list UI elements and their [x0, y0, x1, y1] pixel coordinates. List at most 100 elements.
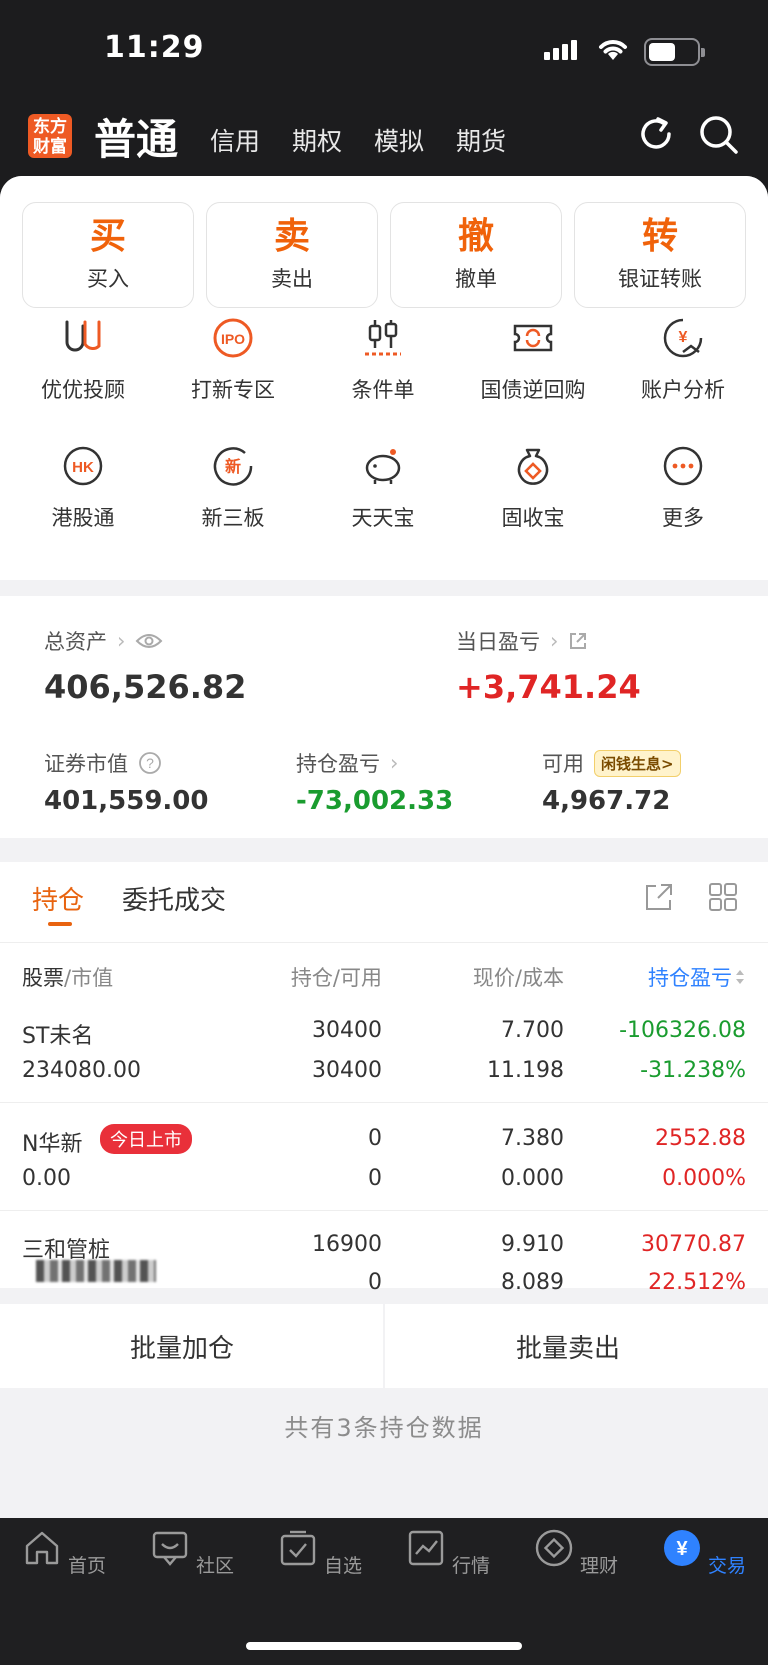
sort-icon[interactable]	[734, 968, 746, 986]
tab-wealth[interactable]: 理财	[512, 1528, 640, 1578]
feature-uu-advisor[interactable]: 优优投顾	[8, 316, 158, 404]
tab-label: 首页	[68, 1555, 107, 1577]
idle-money-promo-badge[interactable]: 闲钱生息>	[594, 749, 681, 777]
position-pl-pct: -31.238%	[640, 1058, 746, 1083]
sell-char: 卖	[273, 216, 310, 257]
tab-orders[interactable]: 委托成交	[122, 880, 226, 917]
feature-account-analysis[interactable]: ¥ 账户分析	[608, 316, 758, 404]
account-tab-options[interactable]: 期权	[292, 122, 342, 158]
svg-text:HK: HK	[72, 459, 94, 476]
market-icon	[408, 1530, 444, 1566]
status-time: 11:29	[104, 30, 205, 65]
feature-label: 固收宝	[501, 506, 565, 530]
quick-actions-panel: 买 买入 卖 卖出 撤 撤单 转 银证转账 优优投顾 IPO 打新专区 条件单 …	[0, 176, 768, 580]
feature-new-third-board[interactable]: 新 新三板	[158, 444, 308, 532]
external-link-icon[interactable]	[568, 631, 588, 651]
eye-icon[interactable]	[135, 632, 163, 650]
total-assets-value: 406,526.82	[44, 668, 247, 706]
svg-text:¥: ¥	[679, 329, 688, 346]
stock-market-value: 0.00	[22, 1166, 71, 1191]
sell-button[interactable]: 卖 卖出	[206, 202, 378, 308]
account-tab-normal[interactable]: 普通	[94, 106, 178, 167]
buy-label: 买入	[87, 267, 129, 291]
feature-conditional-order[interactable]: 条件单	[308, 316, 458, 404]
feature-tiantianbao[interactable]: 天天宝	[308, 444, 458, 532]
cellular-signal-icon	[544, 40, 577, 60]
tab-home[interactable]: 首页	[0, 1528, 128, 1578]
header-stock: 股票/市值	[22, 966, 114, 990]
layout-grid-icon[interactable]	[708, 882, 738, 912]
wealth-icon	[535, 1529, 573, 1567]
position-pl-label: 持仓盈亏	[296, 752, 380, 776]
batch-add-button[interactable]: 批量加仓	[130, 1328, 234, 1365]
chevron-right-icon: ›	[117, 629, 126, 653]
feature-label: 国债逆回购	[480, 378, 586, 402]
stock-market-value: 234080.00	[22, 1058, 141, 1083]
account-tab-futures[interactable]: 期货	[456, 122, 506, 158]
current-price: 7.380	[501, 1126, 564, 1151]
holdings-count-note: 共有3条持仓数据	[284, 1414, 484, 1442]
refresh-icon[interactable]	[636, 114, 676, 154]
position-pl: -106326.08	[619, 1018, 746, 1043]
feature-label: 新三板	[201, 506, 265, 530]
tab-watchlist[interactable]: 自选	[256, 1528, 384, 1578]
listing-today-badge: 今日上市	[100, 1124, 192, 1154]
cancel-order-button[interactable]: 撤 撤单	[390, 202, 562, 308]
search-icon[interactable]	[698, 114, 740, 156]
transfer-label: 银证转账	[618, 267, 702, 291]
tab-trade[interactable]: ¥ 交易	[640, 1528, 768, 1578]
home-icon	[25, 1531, 59, 1565]
market-value: 401,559.00	[44, 786, 209, 816]
feature-label: 账户分析	[641, 378, 725, 402]
new-board-icon: 新	[213, 447, 253, 486]
market-value-label: 证券市值	[44, 752, 128, 776]
feature-label: 优优投顾	[41, 378, 125, 402]
holdings-panel: 持仓 委托成交 股票/市值 持仓/可用 现价/成本 持仓盈亏 ST未名 2340…	[0, 862, 768, 1295]
batch-sell-button[interactable]: 批量卖出	[516, 1328, 620, 1365]
app-logo: 东方 财富	[28, 114, 72, 158]
available-label: 可用	[542, 752, 584, 776]
transfer-char: 转	[641, 216, 678, 257]
buy-button[interactable]: 买 买入	[22, 202, 194, 308]
bank-transfer-button[interactable]: 转 银证转账	[574, 202, 746, 308]
feature-treasury-repo[interactable]: 国债逆回购	[458, 316, 608, 404]
sell-label: 卖出	[271, 267, 313, 291]
daily-pl-label-group[interactable]: 当日盈亏 ›	[456, 626, 588, 656]
feature-ipo[interactable]: IPO 打新专区	[158, 316, 308, 404]
feature-fixed-income[interactable]: 固收宝	[458, 444, 608, 532]
feature-more[interactable]: 更多	[608, 444, 758, 532]
tab-community[interactable]: 社区	[128, 1528, 256, 1578]
feature-label: 天天宝	[351, 506, 415, 530]
active-tab-indicator	[48, 922, 72, 926]
candlestick-icon	[365, 320, 401, 356]
feature-label: 港股通	[51, 506, 115, 530]
uu-advisor-icon	[65, 320, 101, 352]
main-content: 买 买入 卖 卖出 撤 撤单 转 银证转账 优优投顾 IPO 打新专区 条件单 …	[0, 176, 768, 1518]
piggy-bank-icon	[365, 449, 401, 484]
feature-hk-connect[interactable]: HK 港股通	[8, 444, 158, 532]
tab-label: 理财	[580, 1555, 619, 1577]
share-icon[interactable]	[644, 882, 674, 912]
hk-icon: HK	[63, 446, 103, 486]
account-tab-simulated[interactable]: 模拟	[374, 122, 424, 158]
assets-panel: 总资产 › 406,526.82 当日盈亏 › +3,741.24 证券市值 ?…	[0, 596, 768, 838]
tab-label: 交易	[708, 1555, 747, 1577]
svg-text:?: ?	[146, 755, 154, 771]
ipo-icon: IPO	[213, 318, 253, 358]
total-assets-label: 总资产	[44, 630, 107, 654]
account-tab-credit[interactable]: 信用	[210, 122, 260, 158]
available-value: 4,967.72	[542, 786, 671, 816]
header-pl-sort[interactable]: 持仓盈亏	[590, 962, 732, 992]
total-assets-label-group[interactable]: 总资产 ›	[44, 626, 163, 656]
cancel-char: 撤	[457, 216, 494, 257]
help-icon[interactable]: ?	[138, 751, 162, 775]
tab-label: 社区	[196, 1555, 235, 1577]
position-pl: 30770.87	[641, 1232, 746, 1257]
tab-market[interactable]: 行情	[384, 1528, 512, 1578]
home-indicator[interactable]	[246, 1642, 522, 1650]
daily-pl-value: +3,741.24	[456, 668, 641, 706]
position-pl-label-group[interactable]: 持仓盈亏 ›	[296, 748, 398, 778]
tab-holdings[interactable]: 持仓	[32, 880, 84, 917]
status-bar: 11:29	[0, 0, 768, 100]
current-price: 7.700	[501, 1018, 564, 1043]
